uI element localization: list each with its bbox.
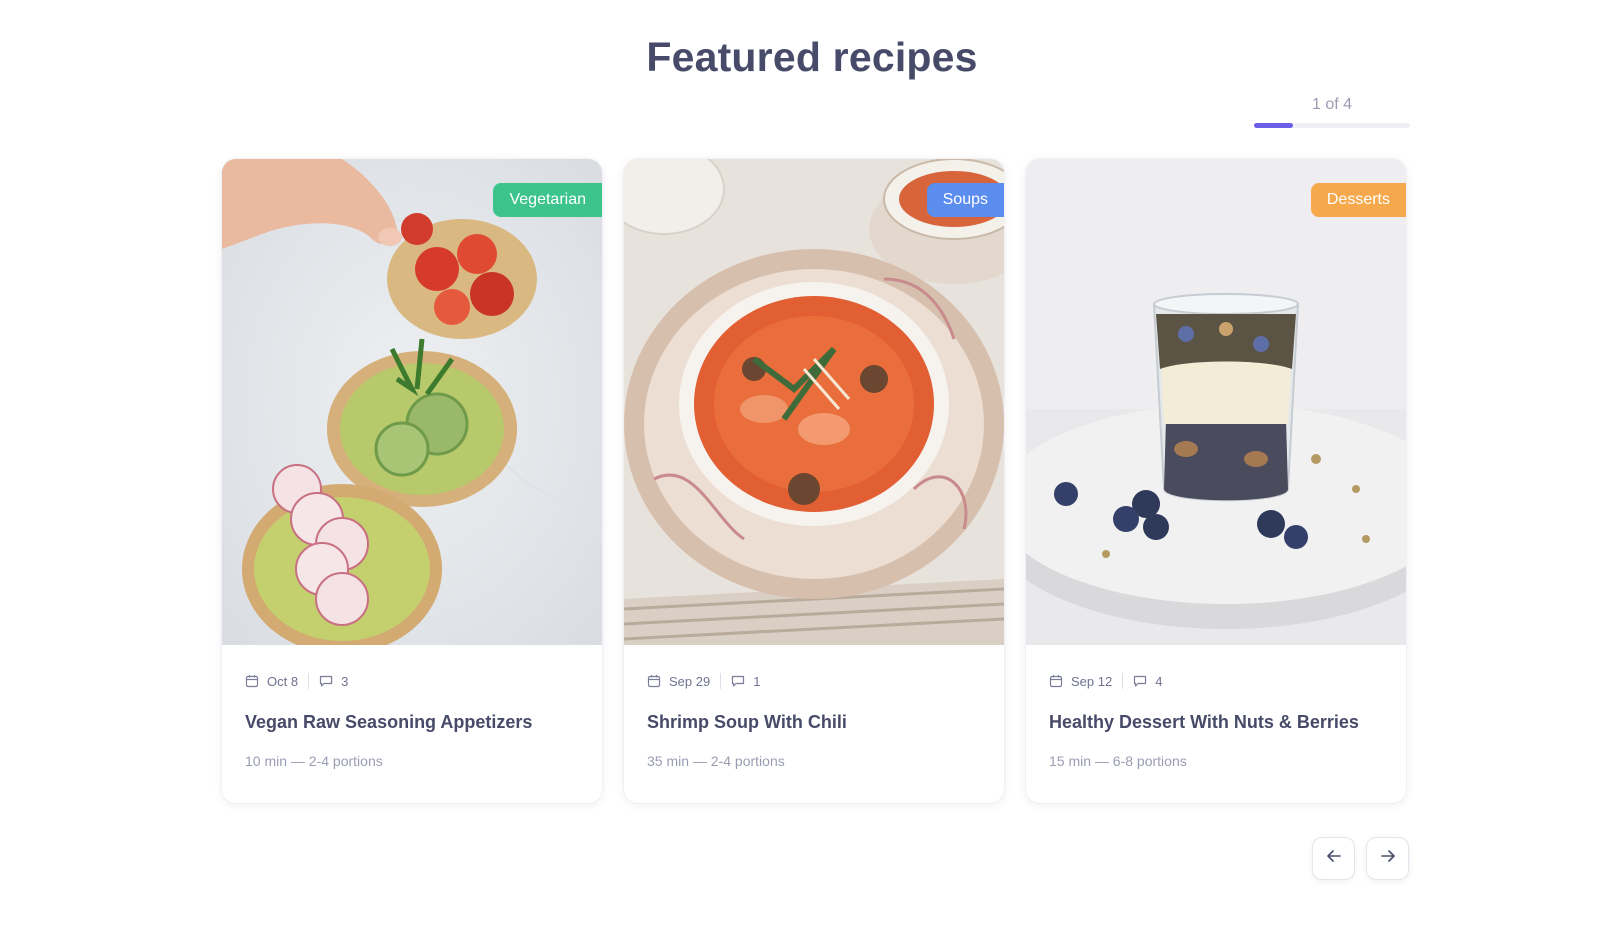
meta-divider — [308, 673, 310, 689]
comment-count: 3 — [341, 673, 349, 689]
comment-icon — [731, 674, 745, 688]
meta-divider — [720, 673, 722, 689]
calendar-icon — [1049, 674, 1063, 688]
recipe-card[interactable]: Vegetarian Oct 8 3 Vegan Raw Seasoning A… — [222, 159, 602, 803]
arrow-right-icon — [1380, 848, 1396, 869]
pager-progress-fill — [1254, 123, 1293, 128]
comment-icon — [1133, 674, 1147, 688]
recipe-title[interactable]: Vegan Raw Seasoning Appetizers — [245, 712, 582, 733]
category-badge[interactable]: Vegetarian — [493, 183, 602, 217]
arrow-left-icon — [1326, 848, 1342, 869]
recipe-date: Oct 8 — [267, 673, 299, 689]
calendar-icon — [245, 674, 259, 688]
recipe-image[interactable]: Desserts — [1026, 159, 1406, 645]
page-title: Featured recipes — [646, 34, 978, 80]
recipe-meta: Sep 12 4 — [1049, 673, 1162, 689]
recipe-date: Sep 29 — [669, 673, 711, 689]
carousel-pager: 1 of 4 — [1254, 96, 1410, 128]
next-button[interactable] — [1366, 837, 1409, 880]
recipe-meta: Sep 29 1 — [647, 673, 760, 689]
recipe-meta: Oct 8 3 — [245, 673, 348, 689]
recipe-details: 35 min — 2-4 portions — [647, 753, 785, 769]
recipe-image[interactable]: Soups — [624, 159, 1004, 645]
comment-count: 1 — [753, 673, 761, 689]
recipe-details: 15 min — 6-8 portions — [1049, 753, 1187, 769]
recipe-date: Sep 12 — [1071, 673, 1113, 689]
previous-button[interactable] — [1312, 837, 1355, 880]
recipe-image[interactable]: Vegetarian — [222, 159, 602, 645]
category-badge[interactable]: Soups — [926, 183, 1004, 217]
recipe-card[interactable]: Desserts Sep 12 4 Healthy Dessert With N… — [1026, 159, 1406, 803]
recipe-title[interactable]: Shrimp Soup With Chili — [647, 712, 984, 733]
recipe-title[interactable]: Healthy Dessert With Nuts & Berries — [1049, 712, 1386, 733]
calendar-icon — [647, 674, 661, 688]
comment-count: 4 — [1155, 673, 1163, 689]
pager-progress-track — [1254, 123, 1410, 128]
pager-label: 1 of 4 — [1311, 96, 1353, 113]
category-badge[interactable]: Desserts — [1310, 183, 1406, 217]
meta-divider — [1122, 673, 1124, 689]
comment-icon — [319, 674, 333, 688]
recipe-card[interactable]: Soups Sep 29 1 Shrimp Soup With Chili 35… — [624, 159, 1004, 803]
recipe-details: 10 min — 2-4 portions — [245, 753, 383, 769]
